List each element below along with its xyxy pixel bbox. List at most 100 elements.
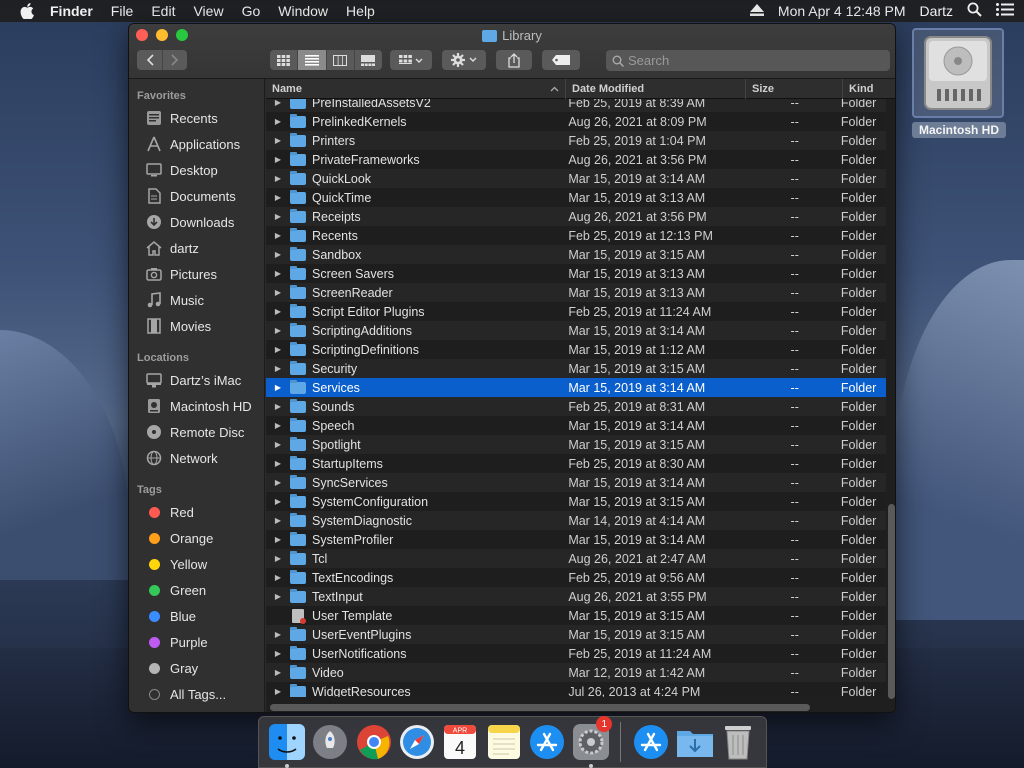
table-row[interactable]: ▶ Security Mar 15, 2019 at 3:15 AM -- Folder: [266, 359, 886, 378]
disclosure-triangle-icon[interactable]: ▶: [266, 364, 290, 373]
sidebar-tag-red[interactable]: Red: [129, 499, 264, 525]
sidebar-tag-gray[interactable]: Gray: [129, 655, 264, 681]
dock-app-store-folder[interactable]: [631, 722, 670, 762]
table-row[interactable]: ▶ Spotlight Mar 15, 2019 at 3:15 AM -- Folde…: [266, 435, 886, 454]
action-button[interactable]: [442, 50, 486, 70]
column-kind-header[interactable]: Kind: [843, 79, 895, 99]
disclosure-triangle-icon[interactable]: ▶: [266, 136, 290, 145]
menu-file[interactable]: File: [111, 3, 134, 19]
disclosure-triangle-icon[interactable]: ▶: [266, 231, 290, 240]
desktop-macintosh-hd[interactable]: Macintosh HD: [912, 28, 1006, 140]
table-row[interactable]: ▶ Script Editor Plugins Feb 25, 2019 at 11…: [266, 302, 886, 321]
sidebar-tag-orange[interactable]: Orange: [129, 525, 264, 551]
disclosure-triangle-icon[interactable]: ▶: [266, 345, 290, 354]
group-by-button[interactable]: [390, 50, 432, 70]
dock-chrome[interactable]: [354, 722, 393, 762]
disclosure-triangle-icon[interactable]: ▶: [266, 535, 290, 544]
table-row[interactable]: ▶ QuickTime Mar 15, 2019 at 3:13 AM -- Folde…: [266, 188, 886, 207]
sidebar-tag-green[interactable]: Green: [129, 577, 264, 603]
table-row[interactable]: ▶ Video Mar 12, 2019 at 1:42 AM -- Folder: [266, 663, 886, 682]
sidebar-item-imac[interactable]: Dartz’s iMac: [129, 367, 264, 393]
sidebar-item-remote-disc[interactable]: Remote Disc: [129, 419, 264, 445]
table-row[interactable]: ▶ QuickLook Mar 15, 2019 at 3:14 AM -- Folde…: [266, 169, 886, 188]
search-field[interactable]: [606, 50, 890, 71]
disclosure-triangle-icon[interactable]: ▶: [266, 592, 290, 601]
notification-center-icon[interactable]: [996, 3, 1014, 19]
sidebar-item-documents[interactable]: Documents: [129, 183, 264, 209]
table-row[interactable]: ▶ ScriptingDefinitions Mar 15, 2019 at 1:1…: [266, 340, 886, 359]
menu-user[interactable]: Dartz: [920, 3, 953, 19]
sidebar-item-downloads[interactable]: Downloads: [129, 209, 264, 235]
disclosure-triangle-icon[interactable]: ▶: [266, 174, 290, 183]
table-row[interactable]: ▶ SystemProfiler Mar 15, 2019 at 3:14 AM --…: [266, 530, 886, 549]
disclosure-triangle-icon[interactable]: ▶: [266, 687, 290, 696]
menu-clock[interactable]: Mon Apr 4 12:48 PM: [778, 3, 906, 19]
list-view-button[interactable]: [298, 50, 327, 70]
dock-finder[interactable]: [267, 722, 306, 768]
table-row[interactable]: ▶ ScriptingAdditions Mar 15, 2019 at 3:14 …: [266, 321, 886, 340]
menu-view[interactable]: View: [193, 3, 223, 19]
disclosure-triangle-icon[interactable]: ▶: [266, 478, 290, 487]
table-row[interactable]: ▶ TextInput Aug 26, 2021 at 3:55 PM -- Folde…: [266, 587, 886, 606]
gallery-view-button[interactable]: [355, 50, 382, 70]
disclosure-triangle-icon[interactable]: ▶: [266, 402, 290, 411]
disclosure-triangle-icon[interactable]: ▶: [266, 668, 290, 677]
eject-icon[interactable]: [749, 3, 764, 19]
sidebar-all-tags[interactable]: All Tags...: [129, 681, 264, 707]
table-row[interactable]: ▶ SystemDiagnostic Mar 14, 2019 at 4:14 AM…: [266, 511, 886, 530]
disclosure-triangle-icon[interactable]: ▶: [266, 326, 290, 335]
dock-calendar[interactable]: APR 4: [441, 722, 480, 762]
column-view-button[interactable]: [327, 50, 355, 70]
horizontal-scrollbar[interactable]: [270, 704, 810, 711]
menu-go[interactable]: Go: [242, 3, 261, 19]
table-row[interactable]: ▶ Services Mar 15, 2019 at 3:14 AM -- Folder: [266, 378, 886, 397]
table-row[interactable]: ▶ Printers Feb 25, 2019 at 1:04 PM -- Folder: [266, 131, 886, 150]
sidebar-item-music[interactable]: Music: [129, 287, 264, 313]
sidebar-tag-purple[interactable]: Purple: [129, 629, 264, 655]
forward-button[interactable]: [162, 50, 187, 70]
table-row[interactable]: User Template Mar 15, 2019 at 3:15 AM -- Fo…: [266, 606, 886, 625]
icon-view-button[interactable]: [270, 50, 299, 70]
sidebar-item-movies[interactable]: Movies: [129, 313, 264, 339]
sidebar-item-pictures[interactable]: Pictures: [129, 261, 264, 287]
column-date-header[interactable]: Date Modified: [566, 79, 746, 99]
disclosure-triangle-icon[interactable]: ▶: [266, 193, 290, 202]
spotlight-icon[interactable]: [967, 2, 982, 20]
apple-icon[interactable]: [20, 3, 36, 19]
disclosure-triangle-icon[interactable]: ▶: [266, 516, 290, 525]
sidebar-item-desktop[interactable]: Desktop: [129, 157, 264, 183]
column-size-header[interactable]: Size: [746, 79, 843, 99]
sidebar-tag-blue[interactable]: Blue: [129, 603, 264, 629]
sidebar-item-home[interactable]: dartz: [129, 235, 264, 261]
dock-launchpad[interactable]: [310, 722, 349, 762]
disclosure-triangle-icon[interactable]: ▶: [266, 497, 290, 506]
dock-app-store[interactable]: [527, 722, 566, 762]
table-row[interactable]: ▶ Screen Savers Mar 15, 2019 at 3:13 AM -- F…: [266, 264, 886, 283]
table-row[interactable]: ▶ Sandbox Mar 15, 2019 at 3:15 AM -- Folder: [266, 245, 886, 264]
menu-finder[interactable]: Finder: [50, 3, 93, 19]
sidebar-item-applications[interactable]: Applications: [129, 131, 264, 157]
disclosure-triangle-icon[interactable]: ▶: [266, 269, 290, 278]
back-button[interactable]: [137, 50, 162, 70]
disclosure-triangle-icon[interactable]: ▶: [266, 649, 290, 658]
disclosure-triangle-icon[interactable]: ▶: [266, 99, 290, 107]
disclosure-triangle-icon[interactable]: ▶: [266, 573, 290, 582]
dock-trash[interactable]: [719, 722, 758, 762]
menu-window[interactable]: Window: [278, 3, 328, 19]
table-row[interactable]: ▶ WidgetResources Jul 26, 2013 at 4:24 PM -…: [266, 682, 886, 697]
disclosure-triangle-icon[interactable]: ▶: [266, 307, 290, 316]
table-row[interactable]: ▶ SyncServices Mar 15, 2019 at 3:14 AM -- Fo…: [266, 473, 886, 492]
search-input[interactable]: [628, 53, 868, 68]
disclosure-triangle-icon[interactable]: ▶: [266, 383, 290, 392]
table-row[interactable]: ▶ PrelinkedKernels Aug 26, 2021 at 8:09 PM…: [266, 112, 886, 131]
disclosure-triangle-icon[interactable]: ▶: [266, 440, 290, 449]
tag-button[interactable]: [542, 50, 580, 70]
menu-edit[interactable]: Edit: [151, 3, 175, 19]
share-button[interactable]: [496, 50, 532, 70]
table-row[interactable]: ▶ PrivateFrameworks Aug 26, 2021 at 3:56 P…: [266, 150, 886, 169]
disclosure-triangle-icon[interactable]: ▶: [266, 459, 290, 468]
dock-system-preferences[interactable]: 1: [571, 716, 613, 768]
disclosure-triangle-icon[interactable]: ▶: [266, 288, 290, 297]
dock-notes[interactable]: [484, 722, 523, 762]
table-row[interactable]: ▶ Recents Feb 25, 2019 at 12:13 PM -- Folder: [266, 226, 886, 245]
